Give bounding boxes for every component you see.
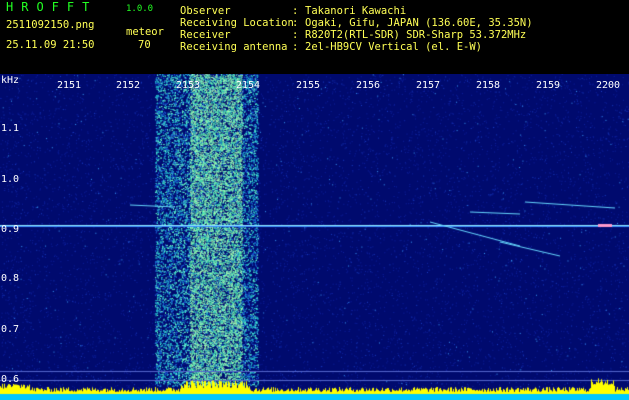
location-colon: : — [292, 17, 299, 29]
observation-datetime: 25.11.09 21:50 — [6, 39, 95, 51]
observer-label: Observer — [180, 5, 231, 17]
meteor-count-value: 70 — [138, 39, 151, 51]
time-tick-2154: 2154 — [235, 80, 261, 91]
receiver-label: Receiver — [180, 29, 231, 41]
location-label: Receiving Location — [180, 17, 294, 29]
freq-tick-0.8: 0.8 — [1, 273, 20, 284]
time-tick-2200: 2200 — [595, 80, 621, 91]
time-tick-2157: 2157 — [415, 80, 441, 91]
freq-unit-label: kHz — [1, 75, 20, 86]
freq-tick-0.6: 0.6 — [1, 374, 20, 385]
time-tick-2158: 2158 — [475, 80, 501, 91]
time-tick-2151: 2151 — [56, 80, 82, 91]
freq-tick-0.7: 0.7 — [1, 324, 20, 335]
meteor-count-label: meteor — [126, 26, 164, 38]
antenna-colon: : — [292, 41, 299, 53]
freq-tick-1.0: 1.0 — [1, 174, 20, 185]
time-tick-2153: 2153 — [175, 80, 201, 91]
image-filename: 2511092150.png — [6, 19, 95, 31]
time-tick-2155: 2155 — [295, 80, 321, 91]
app-logo: HROFFT — [6, 0, 98, 14]
spectrogram-canvas — [0, 74, 629, 400]
hrofft-window: HROFFT 1.0.0 2511092150.png 25.11.09 21:… — [0, 0, 629, 400]
time-tick-2156: 2156 — [355, 80, 381, 91]
freq-tick-0.9: 0.9 — [1, 224, 20, 235]
time-tick-2159: 2159 — [535, 80, 561, 91]
time-tick-2152: 2152 — [115, 80, 141, 91]
antenna-label: Receiving antenna — [180, 41, 288, 53]
observer-value: Takanori Kawachi — [305, 5, 407, 17]
location-value: Ogaki, Gifu, JAPAN (136.60E, 35.35N) — [305, 17, 533, 29]
antenna-value: 2el-HB9CV Vertical (el. E-W) — [305, 41, 483, 53]
observer-colon: : — [292, 5, 299, 17]
receiver-value: R820T2(RTL-SDR) SDR-Sharp 53.372MHz — [305, 29, 527, 41]
freq-tick-1.1: 1.1 — [1, 123, 20, 134]
app-version: 1.0.0 — [126, 4, 154, 14]
receiver-colon: : — [292, 29, 299, 41]
